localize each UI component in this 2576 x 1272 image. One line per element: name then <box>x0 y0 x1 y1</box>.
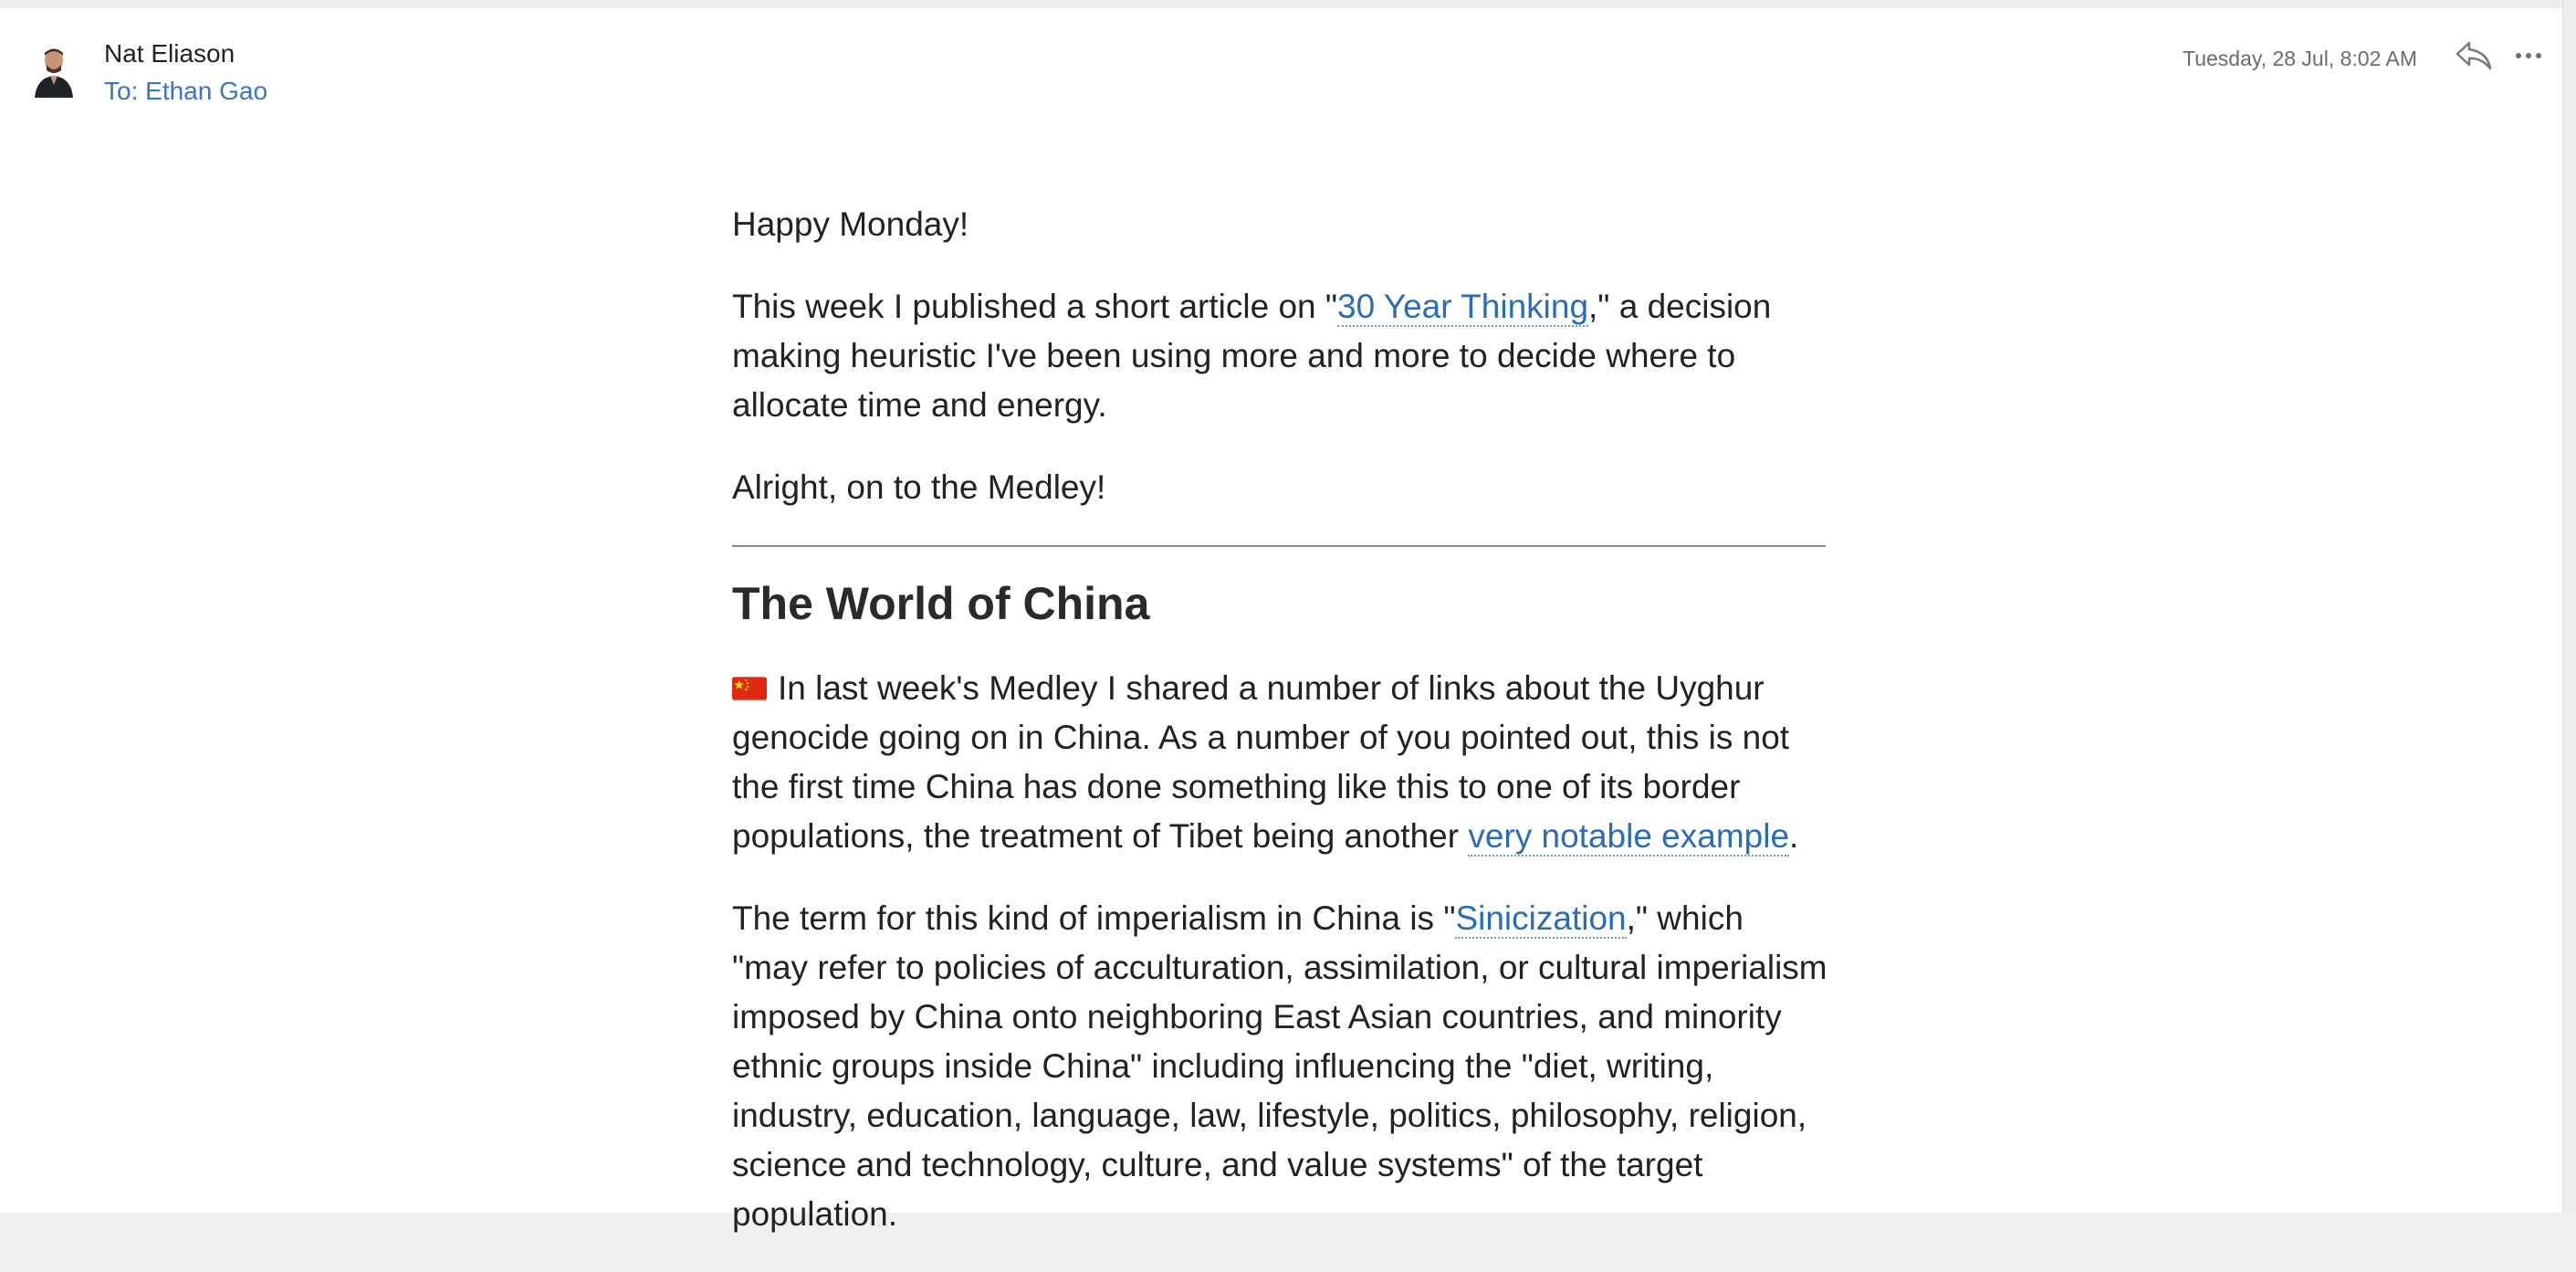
message-body: Happy Monday! This week I published a sh… <box>732 200 1827 1272</box>
intro-text-before: This week I published a short article on… <box>732 288 1338 325</box>
link-sinicization[interactable]: Sinicization <box>1455 899 1627 939</box>
reply-icon <box>2456 41 2492 70</box>
recipient-prefix: To: <box>104 77 139 105</box>
transition-line: Alright, on to the Medley! <box>732 468 1106 506</box>
china-flag-icon <box>732 677 767 700</box>
window-top-edge <box>0 0 2576 8</box>
message-timestamp: Tuesday, 28 Jul, 8:02 AM <box>2183 47 2417 70</box>
sender-name: Nat Eliason <box>104 39 236 68</box>
para2-text-after: ," which "may refer to policies of accul… <box>732 899 1827 1233</box>
china-paragraph-2: The term for this kind of imperialism in… <box>732 894 1827 1239</box>
greeting: Happy Monday! <box>732 205 969 243</box>
link-very-notable-example[interactable]: very notable example <box>1468 817 1790 857</box>
more-options-button[interactable] <box>2512 39 2545 72</box>
section-title: The World of China <box>732 578 1150 629</box>
section-divider <box>732 545 1826 547</box>
window-right-edge <box>2562 0 2576 1213</box>
reply-button[interactable] <box>2454 37 2494 74</box>
recipient-name[interactable]: Ethan Gao <box>145 77 267 105</box>
intro-paragraph: This week I published a short article on… <box>732 282 1827 430</box>
sender-avatar <box>33 45 75 98</box>
more-icon <box>2516 53 2541 58</box>
china-paragraph-1: In last week's Medley I shared a number … <box>732 664 1827 861</box>
link-30-year-thinking[interactable]: 30 Year Thinking <box>1337 288 1589 327</box>
para1-text-after: . <box>1789 817 1799 855</box>
recipient-line[interactable]: To: Ethan Gao <box>104 77 267 106</box>
message-view: Nat Eliason To: Ethan Gao Tuesday, 28 Ju… <box>0 8 2563 1233</box>
para2-text-before: The term for this kind of imperialism in… <box>732 899 1456 937</box>
